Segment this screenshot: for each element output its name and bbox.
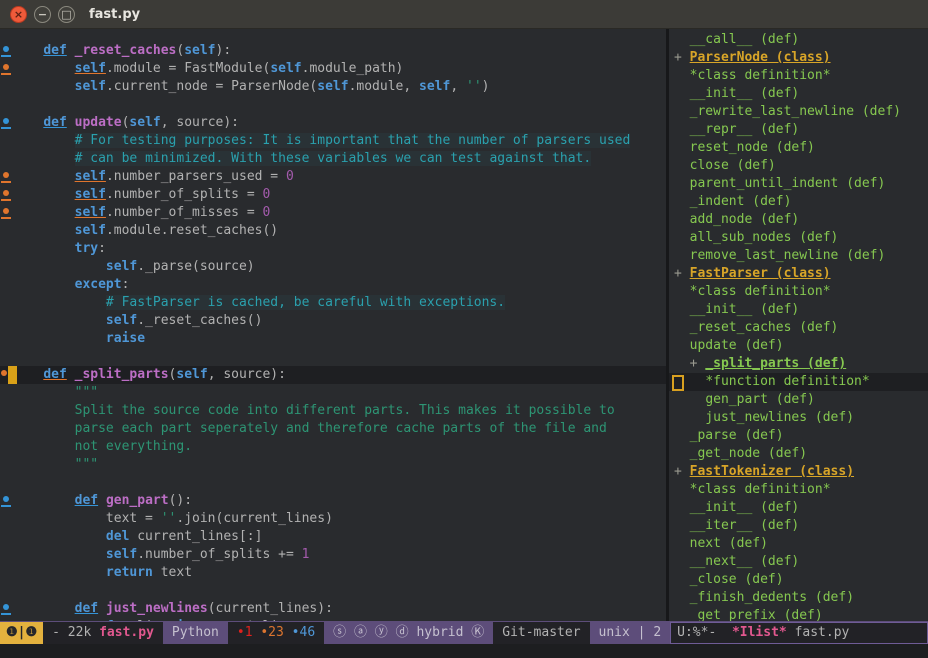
flycheck-count: •46 <box>284 625 315 640</box>
buffer-info-segment[interactable]: - 22k fast.py <box>43 622 163 644</box>
buffer-name: fast.py <box>99 625 154 640</box>
imenu-item[interactable]: gen_part (def) <box>669 391 928 409</box>
imenu-item[interactable]: next (def) <box>669 535 928 553</box>
imenu-item[interactable]: *function definition* <box>669 373 928 391</box>
flycheck-count: •1 <box>237 625 253 640</box>
imenu-item[interactable]: reset_node (def) <box>669 139 928 157</box>
git-branch-segment[interactable]: Git-master <box>493 622 589 644</box>
maximize-button[interactable]: □ <box>58 6 75 23</box>
modeline: ❶|❶ - 22k fast.py Python •1 •23 •46 ⓢ ⓐ … <box>0 621 928 644</box>
code-line[interactable]: # FastParser is cached, be careful with … <box>0 294 666 312</box>
code-line[interactable]: text = ''.join(current_lines) <box>0 510 666 528</box>
code-line[interactable]: self.module.reset_caches() <box>0 222 666 240</box>
current-item-fringe-box <box>672 375 684 391</box>
code-line[interactable]: except: <box>0 276 666 294</box>
emacs-window: × − □ fast.py def _reset_caches(self): s… <box>0 0 928 658</box>
code-line[interactable]: self.module = FastModule(self.module_pat… <box>0 60 666 78</box>
window-title: fast.py <box>89 7 140 22</box>
imenu-item[interactable]: _rewrite_last_newline (def) <box>669 103 928 121</box>
imenu-item[interactable]: all_sub_nodes (def) <box>669 229 928 247</box>
major-mode-segment[interactable]: Python <box>163 622 228 644</box>
imenu-item[interactable]: _get_node (def) <box>669 445 928 463</box>
code-line[interactable]: try: <box>0 240 666 258</box>
imenu-item[interactable]: + FastParser (class) <box>669 265 928 283</box>
imenu-list-pane[interactable]: __call__ (def)+ ParserNode (class) *clas… <box>669 29 928 621</box>
code-line[interactable]: def just_newlines(current_lines): <box>0 600 666 618</box>
flycheck-counts-segment[interactable]: •1 •23 •46 <box>228 622 324 644</box>
imenu-buffer-name: *Ilist* <box>732 625 787 640</box>
code-line[interactable]: def _reset_caches(self): <box>0 42 666 60</box>
code-line[interactable]: raise <box>0 330 666 348</box>
imenu-item[interactable]: + ParserNode (class) <box>669 49 928 67</box>
code-line[interactable]: def _split_parts(self, source): <box>0 366 666 384</box>
imenu-item[interactable]: __init__ (def) <box>669 301 928 319</box>
editor-frame: def _reset_caches(self): self.module = F… <box>0 29 928 621</box>
imenu-item[interactable]: _close (def) <box>669 571 928 589</box>
imenu-item[interactable]: update (def) <box>669 337 928 355</box>
code-line[interactable] <box>0 474 666 492</box>
code-editor-pane[interactable]: def _reset_caches(self): self.module = F… <box>0 29 666 621</box>
imenu-item[interactable]: *class definition* <box>669 67 928 85</box>
imenu-item[interactable]: _parse (def) <box>669 427 928 445</box>
code-line[interactable]: self.number_of_splits += 1 <box>0 546 666 564</box>
imenu-item[interactable]: add_node (def) <box>669 211 928 229</box>
imenu-modeline[interactable]: U:%*- *Ilist* fast.py <box>670 622 928 644</box>
code-line[interactable]: not everything. <box>0 438 666 456</box>
imenu-item[interactable]: + FastTokenizer (class) <box>669 463 928 481</box>
window-titlebar: × − □ fast.py <box>0 0 928 29</box>
code-line[interactable]: self.number_parsers_used = 0 <box>0 168 666 186</box>
imenu-item[interactable]: just_newlines (def) <box>669 409 928 427</box>
code-line[interactable] <box>0 96 666 114</box>
code-line[interactable]: self.number_of_misses = 0 <box>0 204 666 222</box>
imenu-item[interactable]: _indent (def) <box>669 193 928 211</box>
imenu-item[interactable]: parent_until_indent (def) <box>669 175 928 193</box>
imenu-item[interactable]: remove_last_newline (def) <box>669 247 928 265</box>
code-line[interactable]: return text <box>0 564 666 582</box>
code-line[interactable]: self.number_of_splits = 0 <box>0 186 666 204</box>
close-button[interactable]: × <box>10 6 27 23</box>
imenu-item[interactable]: __iter__ (def) <box>669 517 928 535</box>
code-line[interactable] <box>0 582 666 600</box>
encoding-segment[interactable]: unix | 2 <box>590 622 671 644</box>
imenu-item[interactable]: _reset_caches (def) <box>669 319 928 337</box>
code-line[interactable]: del current_lines[:] <box>0 528 666 546</box>
code-line[interactable]: """ <box>0 456 666 474</box>
imenu-file-name: fast.py <box>787 625 850 640</box>
imenu-item[interactable]: close (def) <box>669 157 928 175</box>
code-line[interactable]: # For testing purposes: It is important … <box>0 132 666 150</box>
imenu-item[interactable]: __init__ (def) <box>669 499 928 517</box>
window-number-segment[interactable]: ❶|❶ <box>0 622 43 644</box>
minor-modes-segment[interactable]: ⓢ ⓐ ⓨ ⓓ hybrid Ⓚ <box>324 622 493 644</box>
code-line[interactable]: self.current_node = ParserNode(self.modu… <box>0 78 666 96</box>
minimize-button[interactable]: − <box>34 6 51 23</box>
flycheck-count: •23 <box>253 625 284 640</box>
code-line[interactable]: for line in current_lines: <box>0 618 666 621</box>
code-line[interactable]: def update(self, source): <box>0 114 666 132</box>
imenu-item[interactable]: _finish_dedents (def) <box>669 589 928 607</box>
code-line[interactable]: # can be minimized. With these variables… <box>0 150 666 168</box>
imenu-item[interactable]: + _split_parts (def) <box>669 355 928 373</box>
imenu-item[interactable]: __init__ (def) <box>669 85 928 103</box>
code-line[interactable]: """ <box>0 384 666 402</box>
imenu-item[interactable]: _get_prefix (def) <box>669 607 928 621</box>
imenu-item[interactable]: *class definition* <box>669 283 928 301</box>
echo-area[interactable] <box>0 644 928 658</box>
imenu-item[interactable]: *class definition* <box>669 481 928 499</box>
imenu-item[interactable]: __repr__ (def) <box>669 121 928 139</box>
code-line[interactable] <box>0 348 666 366</box>
code-line[interactable]: self._parse(source) <box>0 258 666 276</box>
imenu-modeline-flags: U:%*- <box>677 625 732 640</box>
imenu-item[interactable]: __next__ (def) <box>669 553 928 571</box>
imenu-item[interactable]: __call__ (def) <box>669 31 928 49</box>
code-line[interactable]: Split the source code into different par… <box>0 402 666 420</box>
code-line[interactable]: def gen_part(): <box>0 492 666 510</box>
code-line[interactable]: self._reset_caches() <box>0 312 666 330</box>
code-line[interactable]: parse each part seperately and therefore… <box>0 420 666 438</box>
buffer-size: - 22k <box>52 625 99 640</box>
